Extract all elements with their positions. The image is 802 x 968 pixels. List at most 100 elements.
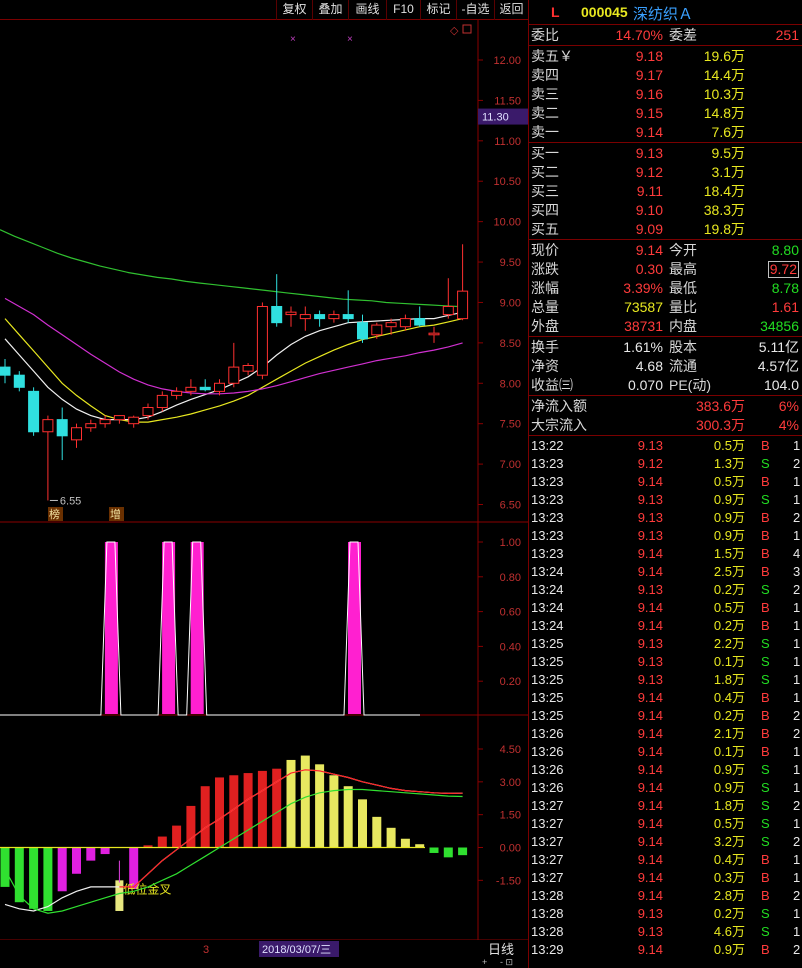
fundamental-value: 104.0 [763,377,799,393]
tick-row[interactable]: 13:24 9.14 2.5万 B 3 [529,563,802,581]
stat-value: 34856 [760,318,799,334]
status-left[interactable]: + [482,957,487,967]
flow-row: 净流入额 383.6万 6% [529,397,802,415]
tick-time: 13:22 [531,438,564,453]
tick-row[interactable]: 13:23 9.13 0.9万 B 1 [529,527,802,545]
tick-row[interactable]: 13:24 9.14 0.2万 B 1 [529,617,802,635]
tick-row[interactable]: 13:25 9.13 0.1万 S 1 [529,653,802,671]
tick-row[interactable]: 13:27 9.14 3.2万 S 2 [529,833,802,851]
stat-label: 外盘 [531,318,559,334]
kline-chart-svg[interactable]: 12.00 11.50 11.00 10.50 10.00 9.50 9.00 8.50 8.0… [0,20,528,958]
tick-count: 2 [793,726,801,741]
tick-row[interactable]: 13:27 9.14 1.8万 S 2 [529,797,802,815]
tick-side: S [761,780,770,795]
tick-volume: 3.2万 [713,834,745,849]
candle-body [71,427,82,441]
candle-body [256,305,268,376]
tick-count: 1 [793,618,801,633]
tick-side: B [761,942,770,957]
toolbar-button-0[interactable]: 复权 [276,0,312,20]
flow-value: 383.6万 [695,398,745,414]
kline-chart-area[interactable]: 12.00 11.50 11.00 10.50 10.00 9.50 9.00 8.50 8.0… [0,20,528,958]
tick-row[interactable]: 13:28 9.13 0.2万 S 1 [529,905,802,923]
tick-row[interactable]: 13:27 9.14 0.5万 S 1 [529,815,802,833]
tick-volume: 0.9万 [713,942,745,957]
tick-side: B [761,708,770,723]
signal-axis-label: 0.20 [500,676,521,688]
tick-row[interactable]: 13:28 9.14 2.8万 B 2 [529,887,802,905]
candle-body [28,390,40,433]
divider [529,45,802,46]
macd-bar [400,838,410,848]
toolbar-button-5[interactable]: -自选 [456,0,494,20]
macd-bar [443,847,453,858]
tick-time: 13:25 [531,636,564,651]
tick-row[interactable]: 13:23 9.13 0.9万 B 2 [529,509,802,527]
tick-side: B [761,690,770,705]
price-axis-label: 10.50 [493,176,521,188]
tick-row[interactable]: 13:26 9.14 0.9万 S 1 [529,761,802,779]
tick-row[interactable]: 13:29 9.14 0.9万 B 2 [529,941,802,959]
macd-bar [215,777,224,848]
tick-row[interactable]: 13:22 9.13 0.5万 B 1 [529,437,802,455]
divider [529,142,802,143]
tick-price: 9.14 [637,834,663,849]
tick-volume: 1.8万 [713,798,745,813]
signal-axis-label: 0.40 [500,641,521,653]
candle-body [113,415,125,421]
weicha-value: 251 [775,27,799,43]
tick-row[interactable]: 13:26 9.14 0.9万 S 1 [529,779,802,797]
tick-price: 9.13 [637,906,663,921]
tick-row[interactable]: 13:27 9.14 0.4万 B 1 [529,851,802,869]
tick-row[interactable]: 13:24 9.14 0.5万 B 1 [529,599,802,617]
tick-row[interactable]: 13:25 9.13 1.8万 S 1 [529,671,802,689]
tick-row[interactable]: 13:23 9.14 0.5万 B 1 [529,473,802,491]
status-right[interactable]: - ⊡ [500,957,513,968]
tick-row[interactable]: 13:23 9.13 0.9万 S 1 [529,491,802,509]
tick-price: 9.13 [637,672,663,687]
tick-row[interactable]: 13:26 9.14 0.1万 B 1 [529,743,802,761]
price-axis-label: 11.50 [494,95,521,107]
stat-label: 涨跌 [531,261,559,277]
tick-price: 9.14 [637,708,663,723]
bid-price: 9.09 [635,221,663,237]
tick-row[interactable]: 13:28 9.13 4.6万 S 1 [529,923,802,941]
tick-row[interactable]: 13:24 9.13 0.2万 S 2 [529,581,802,599]
candle-body [214,382,225,392]
tick-count: 1 [793,636,801,651]
divider [529,336,802,337]
macd-bar [243,773,253,848]
tick-price: 9.14 [637,546,663,561]
toolbar-button-1[interactable]: 叠加 [312,0,348,20]
tick-row[interactable]: 13:23 9.14 1.5万 B 4 [529,545,802,563]
tick-row[interactable]: 13:25 9.14 0.2万 B 2 [529,707,802,725]
stat-value: 8.80 [771,242,799,258]
tick-row[interactable]: 13:25 9.13 2.2万 S 1 [529,635,802,653]
tick-time: 13:25 [531,672,564,687]
bid-price: 9.10 [635,202,663,218]
toolbar-button-3[interactable]: F10 [386,0,420,20]
flow-percent: 6% [778,398,799,414]
tick-side: B [761,474,770,489]
tick-row[interactable]: 13:27 9.14 0.3万 B 1 [529,869,802,887]
tick-row[interactable]: 13:26 9.14 2.1万 B 2 [529,725,802,743]
candle-body [442,305,454,316]
stat-value: 38731 [624,318,663,334]
tick-volume: 0.9万 [713,492,745,507]
tick-row[interactable]: 13:23 9.12 1.3万 S 2 [529,455,802,473]
chart-status-bar: + - ⊡ [0,957,528,968]
current-price-tag-text: 11.30 [482,112,509,124]
toolbar-button-2[interactable]: 画线 [348,0,386,20]
toolbar-button-6[interactable]: 返回 [494,0,528,20]
tick-side: B [761,438,770,453]
toolbar-button-4[interactable]: 标记 [420,0,456,20]
fundamental-label: 收益㈢ [531,377,573,393]
tick-side: B [761,852,770,867]
tick-row[interactable]: 13:25 9.14 0.4万 B 1 [529,689,802,707]
bid-volume: 3.1万 [711,164,745,180]
top-marker: × [347,34,353,45]
tick-count: 1 [793,528,801,543]
macd-bar [458,847,468,856]
fundamental-value: 4.57亿 [757,358,799,374]
macd-bar [386,827,396,848]
